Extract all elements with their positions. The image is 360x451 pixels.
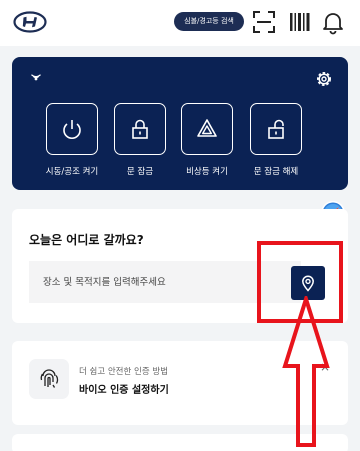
map-pin-icon — [302, 275, 314, 292]
location-button[interactable] — [291, 266, 325, 300]
hazard-icon — [197, 119, 217, 137]
door-unlock-button[interactable] — [250, 103, 302, 155]
destination-input[interactable] — [29, 261, 301, 303]
engine-start-button[interactable] — [46, 103, 98, 155]
door-unlock-label: 문 잠금 해제 — [253, 167, 299, 177]
biometric-setup-card[interactable]: 더 쉽고 안전한 인증 방법 바이오 인증 설정하기 × — [12, 341, 348, 425]
hazard-lights-control[interactable]: 비상등 켜기 — [175, 103, 239, 177]
scan-icon[interactable] — [251, 9, 277, 35]
fingerprint-icon-box — [29, 359, 69, 399]
unlock-icon — [268, 119, 284, 139]
barcode-icon[interactable] — [287, 9, 313, 35]
door-lock-label: 문 잠금 — [126, 167, 154, 177]
close-icon[interactable]: × — [320, 360, 330, 374]
engine-start-control[interactable]: 시동/공조 켜기 — [40, 103, 104, 177]
gear-icon[interactable] — [314, 69, 334, 89]
engine-start-label: 시동/공조 켜기 — [45, 167, 99, 177]
app-header: 심볼/경고등 검색 — [0, 0, 360, 46]
door-unlock-control[interactable]: 문 잠금 해제 — [244, 103, 308, 177]
hyundai-logo-icon[interactable] — [13, 11, 47, 33]
destination-title: 오늘은 어디로 갈까요? — [29, 233, 144, 247]
biometric-title: 바이오 인증 설정하기 — [79, 385, 169, 396]
bell-icon[interactable] — [320, 9, 346, 35]
fingerprint-icon — [40, 369, 59, 388]
hazard-lights-label: 비상등 켜기 — [186, 167, 228, 177]
door-lock-control[interactable]: 문 잠금 — [108, 103, 172, 177]
biometric-subtitle: 더 쉽고 안전한 인증 방법 — [79, 367, 169, 377]
power-icon — [63, 120, 81, 139]
symbol-search-button[interactable]: 심볼/경고등 검색 — [174, 12, 244, 31]
hazard-lights-button[interactable] — [181, 103, 233, 155]
signal-icon — [31, 74, 41, 81]
destination-search-card: 오늘은 어디로 갈까요? — [12, 209, 348, 323]
door-lock-button[interactable] — [114, 103, 166, 155]
next-card — [12, 434, 348, 451]
lock-icon — [132, 119, 148, 139]
remote-control-card: 시동/공조 켜기 문 잠금 비상등 켜기 문 잠금 해제 — [12, 57, 348, 190]
